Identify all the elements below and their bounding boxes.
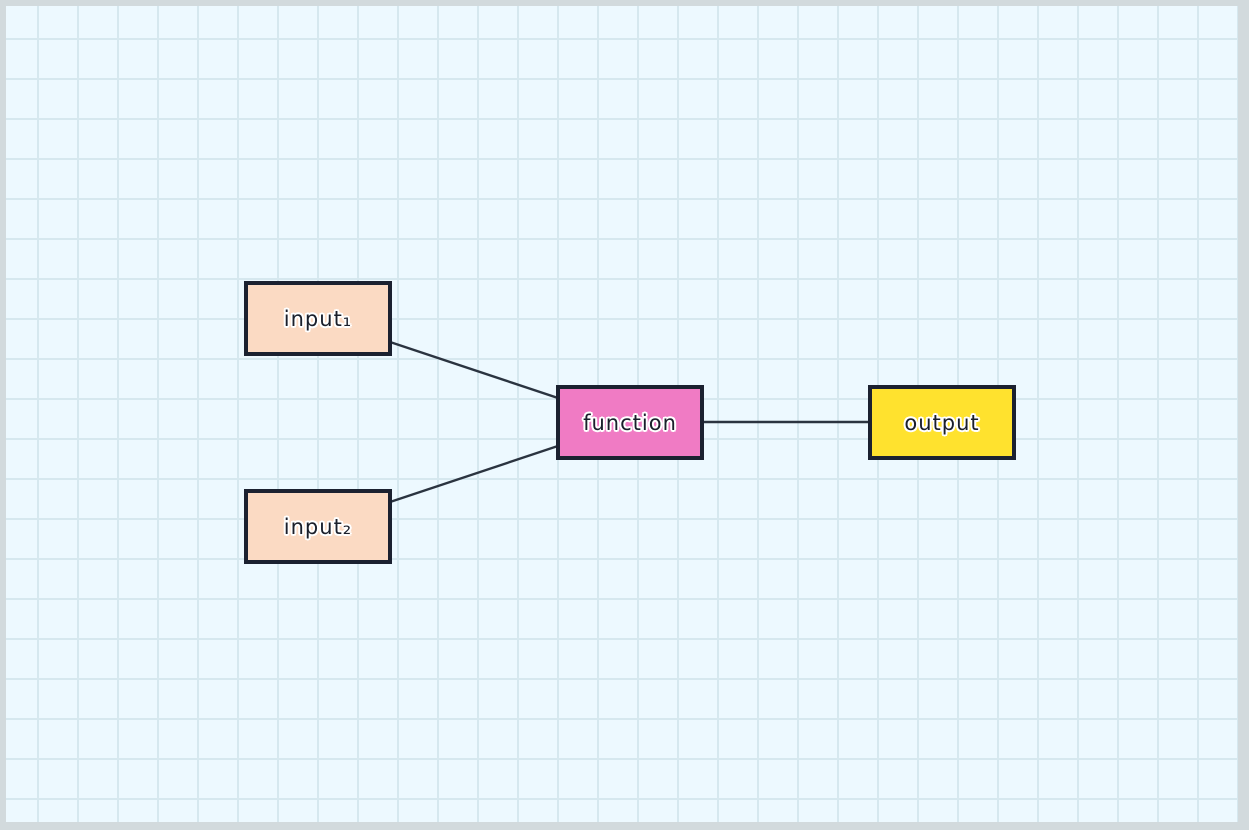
node-output[interactable]: output xyxy=(868,385,1016,460)
node-output-label: output xyxy=(904,410,980,435)
node-input-1[interactable]: input₁ xyxy=(244,281,392,356)
node-input-1-label: input₁ xyxy=(283,306,353,331)
node-input-2-label: input₂ xyxy=(283,514,353,539)
node-function[interactable]: function xyxy=(556,385,704,460)
node-function-label: function xyxy=(583,410,677,435)
node-input-2[interactable]: input₂ xyxy=(244,489,392,564)
